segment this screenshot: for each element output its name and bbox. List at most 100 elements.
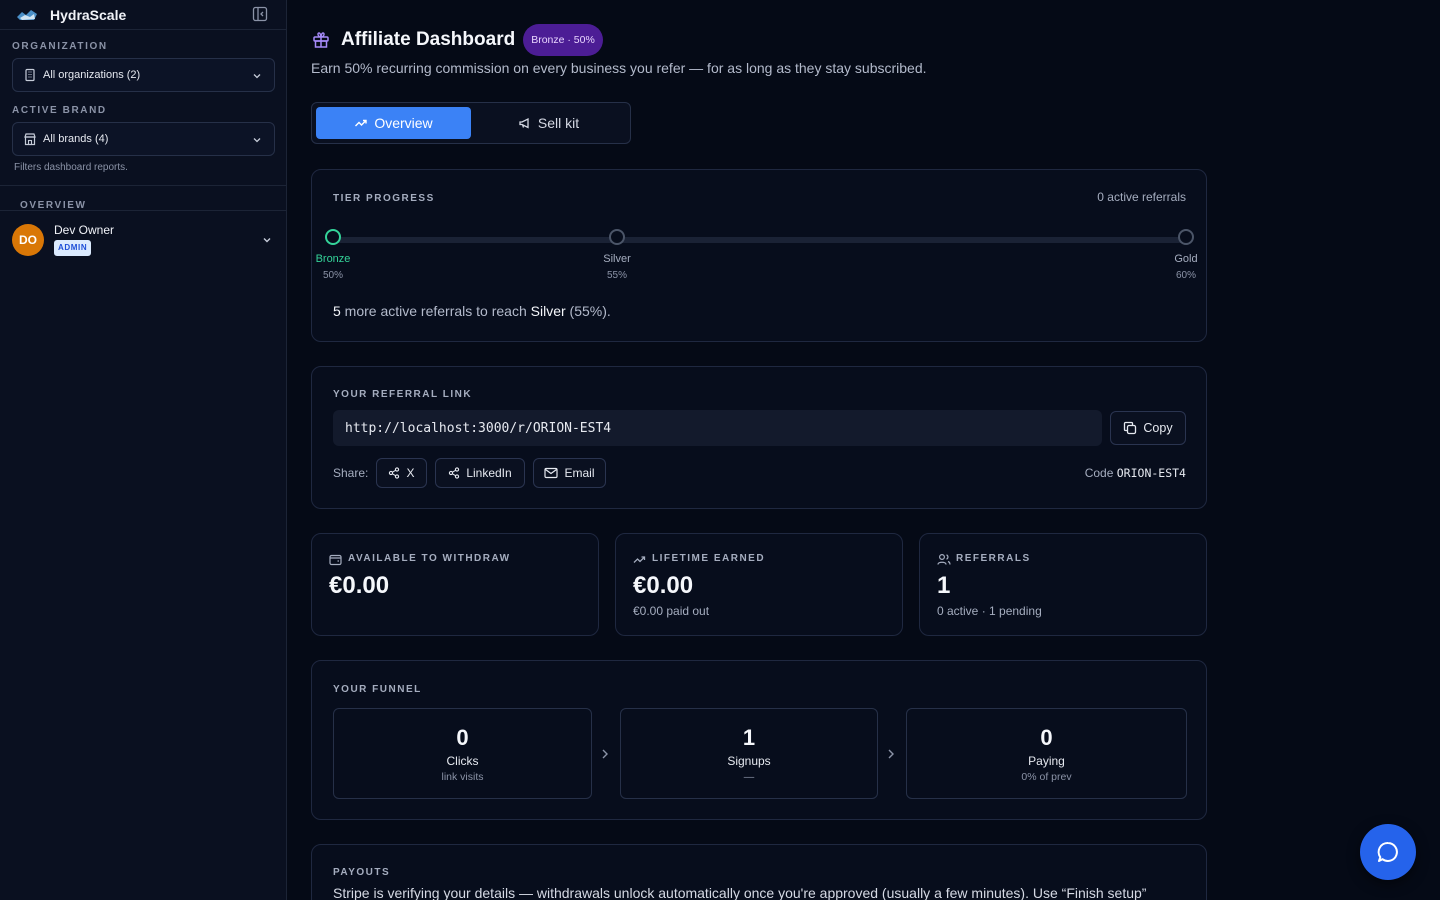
copy-button[interactable]: Copy (1110, 411, 1186, 445)
funnel-value: 0 (1040, 725, 1053, 750)
avatar: DO (12, 224, 44, 256)
stat-card-lifetime: LIFETIME EARNED €0.00 €0.00 paid out (615, 533, 903, 636)
share-x-button[interactable]: X (376, 458, 427, 488)
active-brand-label: ACTIVE BRAND (12, 105, 107, 116)
stat-card-referrals: REFERRALS 1 0 active · 1 pending (919, 533, 1207, 636)
brand-header: HydraScale (0, 0, 286, 30)
chevron-down-icon (253, 74, 261, 79)
funnel-sub: link visits (441, 771, 484, 783)
sidebar-divider (0, 210, 287, 211)
wallet-icon (329, 554, 342, 566)
page-title: Affiliate Dashboard (341, 29, 516, 50)
page-header: Affiliate Dashboard Bronze · 50% (311, 24, 603, 56)
tier-node-bronze (325, 229, 341, 245)
store-icon (24, 133, 36, 146)
chevron-right-icon (602, 749, 608, 759)
next-tier-pct: (55%). (565, 303, 611, 319)
share-x-label: X (406, 466, 415, 480)
brand-value: All brands (4) (43, 133, 109, 145)
tier-name-bronze: Bronze (315, 253, 351, 265)
sidebar: HydraScale ORGANIZATION All organization… (0, 0, 287, 900)
referral-url-field[interactable]: http://localhost:3000/r/ORION-EST4 (333, 410, 1102, 446)
stat-value: 1 (937, 572, 951, 599)
funnel-card: YOUR FUNNEL 0 Clicks link visits 1 Signu… (311, 660, 1207, 820)
stat-label: REFERRALS (956, 553, 1031, 564)
share-label: Share: (333, 466, 369, 480)
referral-code: Code ORION-EST4 (1085, 466, 1186, 480)
next-tier-name: Silver (530, 303, 566, 319)
chevron-right-icon (888, 749, 894, 759)
brand-select[interactable]: All brands (4) (12, 122, 275, 156)
funnel-step-paying: 0 Paying 0% of prev (906, 708, 1187, 799)
stat-label: AVAILABLE TO WITHDRAW (348, 553, 511, 564)
tab-overview-label: Overview (374, 115, 433, 131)
tab-bar: Overview Sell kit (311, 102, 631, 144)
funnel-sub: 0% of prev (1021, 771, 1072, 783)
payouts-card: PAYOUTS Stripe is verifying your details… (311, 844, 1207, 900)
share-linkedin-button[interactable]: LinkedIn (435, 458, 525, 488)
referral-code-value: ORION-EST4 (1116, 466, 1186, 480)
user-name: Dev Owner (54, 223, 115, 237)
tab-sell-kit-label: Sell kit (537, 115, 580, 131)
stat-value: €0.00 (633, 572, 694, 599)
copy-button-label: Copy (1143, 421, 1173, 435)
tier-progress-card: TIER PROGRESS 0 active referrals Bronze … (311, 169, 1207, 342)
share-email-button[interactable]: Email (533, 458, 606, 488)
users-icon (937, 553, 951, 565)
tier-progress-track (333, 237, 1186, 243)
funnel-name: Clicks (446, 754, 479, 768)
payouts-status-text: Stripe is verifying your details — withd… (333, 885, 1147, 900)
share-icon (389, 467, 400, 479)
page-subtitle: Earn 50% recurring commission on every b… (311, 60, 927, 76)
tab-sell-kit[interactable]: Sell kit (471, 107, 626, 139)
funnel-label: YOUR FUNNEL (333, 684, 422, 695)
stat-sub: €0.00 paid out (633, 604, 710, 618)
share-icon (449, 467, 460, 479)
referral-link-label: YOUR REFERRAL LINK (333, 389, 473, 400)
tier-pct-silver: 55% (606, 270, 627, 281)
tier-node-gold (1178, 229, 1194, 245)
tab-overview[interactable]: Overview (316, 107, 471, 139)
active-referrals-count: 0 active referrals (1097, 190, 1186, 204)
sidebar-divider (0, 185, 287, 186)
stat-label: LIFETIME EARNED (652, 553, 766, 564)
hydrascale-logo-icon (17, 9, 37, 20)
user-menu[interactable]: DO Dev Owner ADMIN (0, 212, 287, 266)
share-email-label: Email (564, 466, 595, 480)
funnel-step-signups: 1 Signups — (620, 708, 878, 799)
tier-node-silver (609, 229, 625, 245)
trending-up-icon (355, 119, 368, 127)
share-linkedin-label: LinkedIn (466, 466, 512, 480)
referrals-needed: 5 (333, 303, 341, 319)
sidebar-collapse-icon[interactable] (252, 6, 268, 22)
funnel-value: 0 (456, 725, 469, 750)
tier-name-silver: Silver (603, 253, 631, 265)
megaphone-icon (519, 117, 529, 129)
brand-hint: Filters dashboard reports. (14, 162, 128, 173)
tier-name-gold: Gold (1174, 253, 1198, 265)
role-badge: ADMIN (54, 240, 92, 256)
gift-icon (313, 32, 329, 48)
copy-icon (1124, 421, 1137, 435)
funnel-step-clicks: 0 Clicks link visits (333, 708, 592, 799)
next-tier-text: more active referrals to reach (340, 303, 531, 319)
tier-pct-bronze: 50% (322, 270, 343, 281)
next-tier-message: 5 more active referrals to reach Silver … (333, 303, 611, 319)
referral-link-card: YOUR REFERRAL LINK http://localhost:3000… (311, 366, 1207, 509)
stat-sub: 0 active · 1 pending (937, 604, 1042, 618)
trending-up-icon (633, 556, 646, 563)
tier-progress-label: TIER PROGRESS (333, 193, 435, 204)
chat-button[interactable] (1360, 824, 1416, 880)
organization-label: ORGANIZATION (12, 41, 108, 52)
referral-code-label: Code (1084, 466, 1114, 480)
stat-card-available: AVAILABLE TO WITHDRAW €0.00 (311, 533, 599, 636)
payouts-label: PAYOUTS (333, 867, 391, 878)
app-name: HydraScale (50, 6, 127, 23)
tier-badge: Bronze · 50% (523, 24, 603, 56)
organization-select[interactable]: All organizations (2) (12, 58, 275, 92)
referral-url: http://localhost:3000/r/ORION-EST4 (345, 420, 612, 436)
chevron-down-icon (253, 138, 261, 143)
funnel-name: Paying (1028, 754, 1065, 768)
funnel-value: 1 (742, 725, 756, 750)
building-icon (25, 68, 35, 82)
